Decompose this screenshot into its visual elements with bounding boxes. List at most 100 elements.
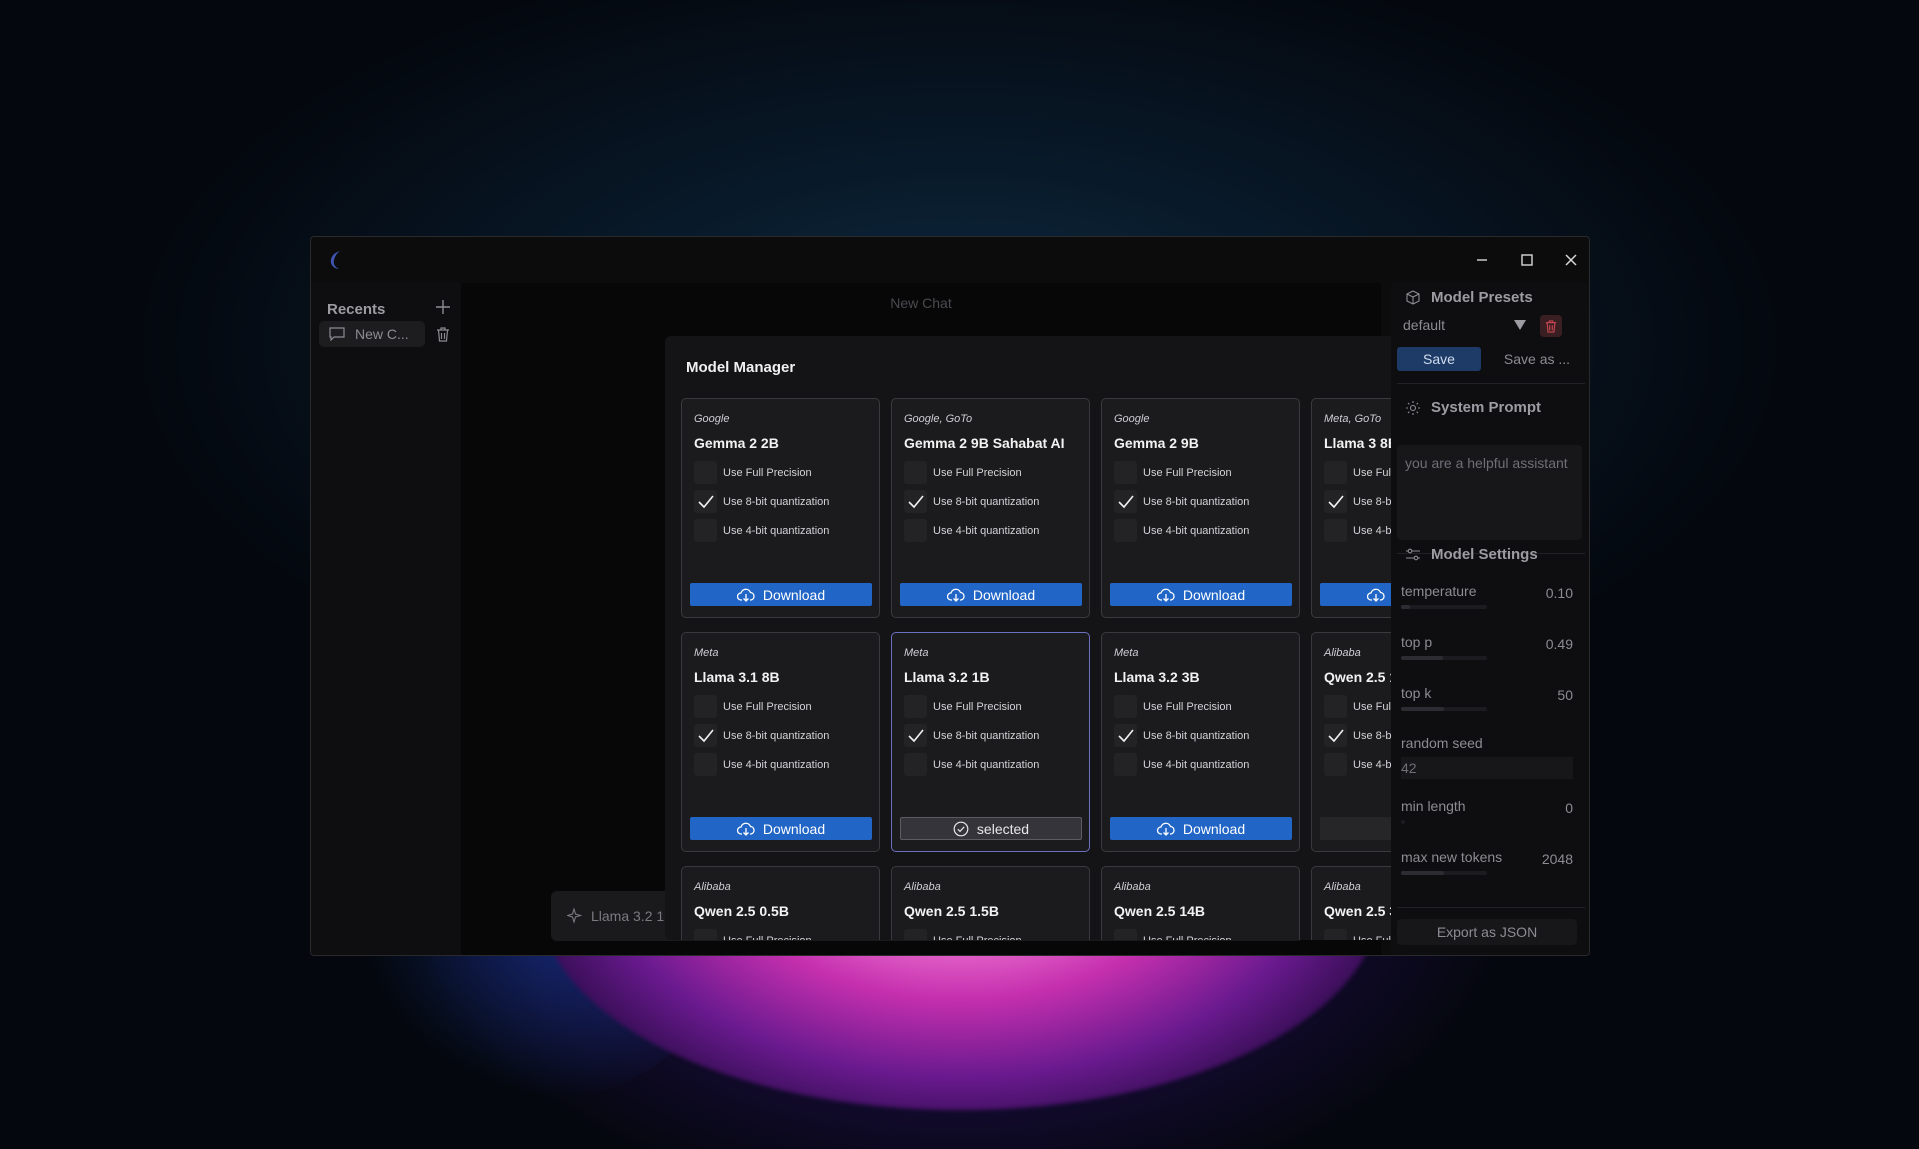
modal-title: Model Manager — [686, 359, 796, 376]
model-card[interactable]: AlibabaQwen 2.5 1.5BUse Full PrecisionUs… — [891, 866, 1090, 940]
chat-title: New Chat — [890, 295, 952, 311]
option-label: Use 8-bit quantization — [723, 495, 830, 508]
delete-preset-button[interactable] — [1540, 315, 1562, 337]
model-card[interactable]: Google Gemma 2 9B Use Full Precision Use 8-… — [1101, 398, 1300, 618]
quantization-option[interactable]: Use 4-bit quantization — [1114, 753, 1249, 776]
recents-title: Recents — [327, 301, 386, 318]
download-button[interactable]: Download — [690, 583, 872, 606]
quantization-option[interactable]: Use 8-bit quantization — [1114, 490, 1249, 513]
save-preset-button[interactable]: Save — [1397, 347, 1481, 371]
maximize-button[interactable] — [1514, 247, 1540, 273]
model-card[interactable]: AlibabaQwen 2.5 14BUse Full PrecisionUse… — [1101, 866, 1300, 940]
quantization-option[interactable]: Use 8-bit quantization — [694, 724, 829, 747]
button-label: Download — [762, 820, 826, 837]
quantization-option[interactable]: Use Full Precision — [904, 461, 1022, 484]
quantization-option[interactable]: Use Full Precision — [694, 929, 812, 940]
option-checkbox[interactable] — [1114, 490, 1137, 513]
min-length-slider[interactable] — [1401, 820, 1405, 824]
option-checkbox[interactable] — [1324, 490, 1347, 513]
model-name: Gemma 2 2B — [694, 435, 779, 451]
chat-area: New Chat Llama 3.2 1B Model Manager Goog… — [461, 283, 1535, 955]
download-button[interactable]: Download — [900, 583, 1082, 606]
random-seed-input[interactable]: 42 — [1401, 757, 1573, 779]
option-label: Use Full Precision — [1143, 935, 1232, 941]
delete-chat-button[interactable] — [434, 325, 452, 343]
option-checkbox[interactable] — [904, 753, 927, 776]
model-card[interactable]: AlibabaQwen 2.5 0.5BUse Full PrecisionUs… — [681, 866, 880, 940]
chat-list-item[interactable]: New C... — [319, 321, 425, 347]
quantization-option[interactable]: Use 4-bit quantization — [904, 519, 1039, 542]
option-checkbox[interactable] — [694, 724, 717, 747]
option-checkbox[interactable] — [1114, 753, 1137, 776]
option-checkbox[interactable] — [904, 929, 927, 940]
option-checkbox[interactable] — [904, 724, 927, 747]
save-as-preset-button[interactable]: Save as ... — [1487, 347, 1587, 371]
option-checkbox[interactable] — [1324, 695, 1347, 718]
quantization-option[interactable]: Use 4-bit quantization — [904, 753, 1039, 776]
gear-icon — [1406, 400, 1420, 415]
option-checkbox[interactable] — [1324, 461, 1347, 484]
option-checkbox[interactable] — [694, 461, 717, 484]
option-checkbox[interactable] — [1324, 929, 1347, 940]
quantization-option[interactable]: Use Full Precision — [904, 929, 1022, 940]
model-vendor: Alibaba — [1324, 647, 1361, 659]
download-button[interactable]: Download — [690, 817, 872, 840]
option-checkbox[interactable] — [694, 695, 717, 718]
download-button[interactable]: Download — [1110, 583, 1292, 606]
option-checkbox[interactable] — [694, 519, 717, 542]
option-checkbox[interactable] — [1114, 461, 1137, 484]
new-chat-button[interactable] — [433, 297, 453, 317]
quantization-option[interactable]: Use Full Precision — [1114, 695, 1232, 718]
model-card[interactable]: Meta Llama 3.2 1B Use Full Precision Use 8-… — [891, 632, 1090, 852]
option-checkbox[interactable] — [1324, 753, 1347, 776]
quantization-option[interactable]: Use Full Precision — [904, 695, 1022, 718]
app-window: Recents New C... New Chat Llama 3.2 1B M… — [310, 236, 1590, 956]
top-k-slider[interactable] — [1401, 707, 1487, 711]
quantization-option[interactable]: Use 4-bit quantization — [1114, 519, 1249, 542]
option-checkbox[interactable] — [1114, 519, 1137, 542]
chat-bubble-icon — [329, 327, 345, 341]
quantization-option[interactable]: Use Full Precision — [1114, 929, 1232, 940]
presets-title: Model Presets — [1431, 289, 1533, 306]
model-card[interactable]: Meta Llama 3.1 8B Use Full Precision Use 8-… — [681, 632, 880, 852]
slider-fill — [1401, 656, 1444, 660]
option-checkbox[interactable] — [904, 519, 927, 542]
quantization-option[interactable]: Use 8-bit quantization — [904, 490, 1039, 513]
option-checkbox[interactable] — [694, 929, 717, 940]
model-card[interactable]: Meta Llama 3.2 3B Use Full Precision Use 8-… — [1101, 632, 1300, 852]
quantization-option[interactable]: Use Full Precision — [694, 695, 812, 718]
quantization-option[interactable]: Use 4-bit quantization — [694, 753, 829, 776]
quantization-option[interactable]: Use 8-bit quantization — [904, 724, 1039, 747]
preset-select[interactable]: default — [1397, 313, 1532, 337]
option-checkbox[interactable] — [1324, 724, 1347, 747]
option-checkbox[interactable] — [904, 461, 927, 484]
option-checkbox[interactable] — [1114, 695, 1137, 718]
quantization-option[interactable]: Use 4-bit quantization — [694, 519, 829, 542]
quantization-option[interactable]: Use Full Precision — [1114, 461, 1232, 484]
option-checkbox[interactable] — [1114, 929, 1137, 940]
option-checkbox[interactable] — [904, 490, 927, 513]
top-p-slider[interactable] — [1401, 656, 1487, 660]
system-prompt-input[interactable]: you are a helpful assistant — [1397, 445, 1582, 540]
quantization-option[interactable]: Use Full Precision — [694, 461, 812, 484]
quantization-option[interactable]: Use 8-bit quantization — [1114, 724, 1249, 747]
quantization-option[interactable]: Use 8-bit quantization — [694, 490, 829, 513]
minimize-button[interactable] — [1469, 247, 1495, 273]
model-card[interactable]: Google Gemma 2 2B Use Full Precision Use 8-… — [681, 398, 880, 618]
option-checkbox[interactable] — [904, 695, 927, 718]
button-label: Download — [1182, 820, 1246, 837]
temperature-slider[interactable] — [1401, 605, 1487, 609]
option-checkbox[interactable] — [1114, 724, 1137, 747]
title-bar — [311, 237, 1589, 283]
model-vendor: Alibaba — [904, 881, 941, 893]
selected-button[interactable]: selected — [900, 817, 1082, 840]
option-checkbox[interactable] — [694, 753, 717, 776]
download-button[interactable]: Download — [1110, 817, 1292, 840]
model-vendor: Alibaba — [1114, 881, 1151, 893]
export-json-button[interactable]: Export as JSON — [1397, 919, 1577, 945]
max-new-tokens-slider[interactable] — [1401, 871, 1487, 875]
option-checkbox[interactable] — [694, 490, 717, 513]
close-window-button[interactable] — [1558, 247, 1584, 273]
model-card[interactable]: Google, GoTo Gemma 2 9B Sahabat AI Use Ful… — [891, 398, 1090, 618]
option-checkbox[interactable] — [1324, 519, 1347, 542]
